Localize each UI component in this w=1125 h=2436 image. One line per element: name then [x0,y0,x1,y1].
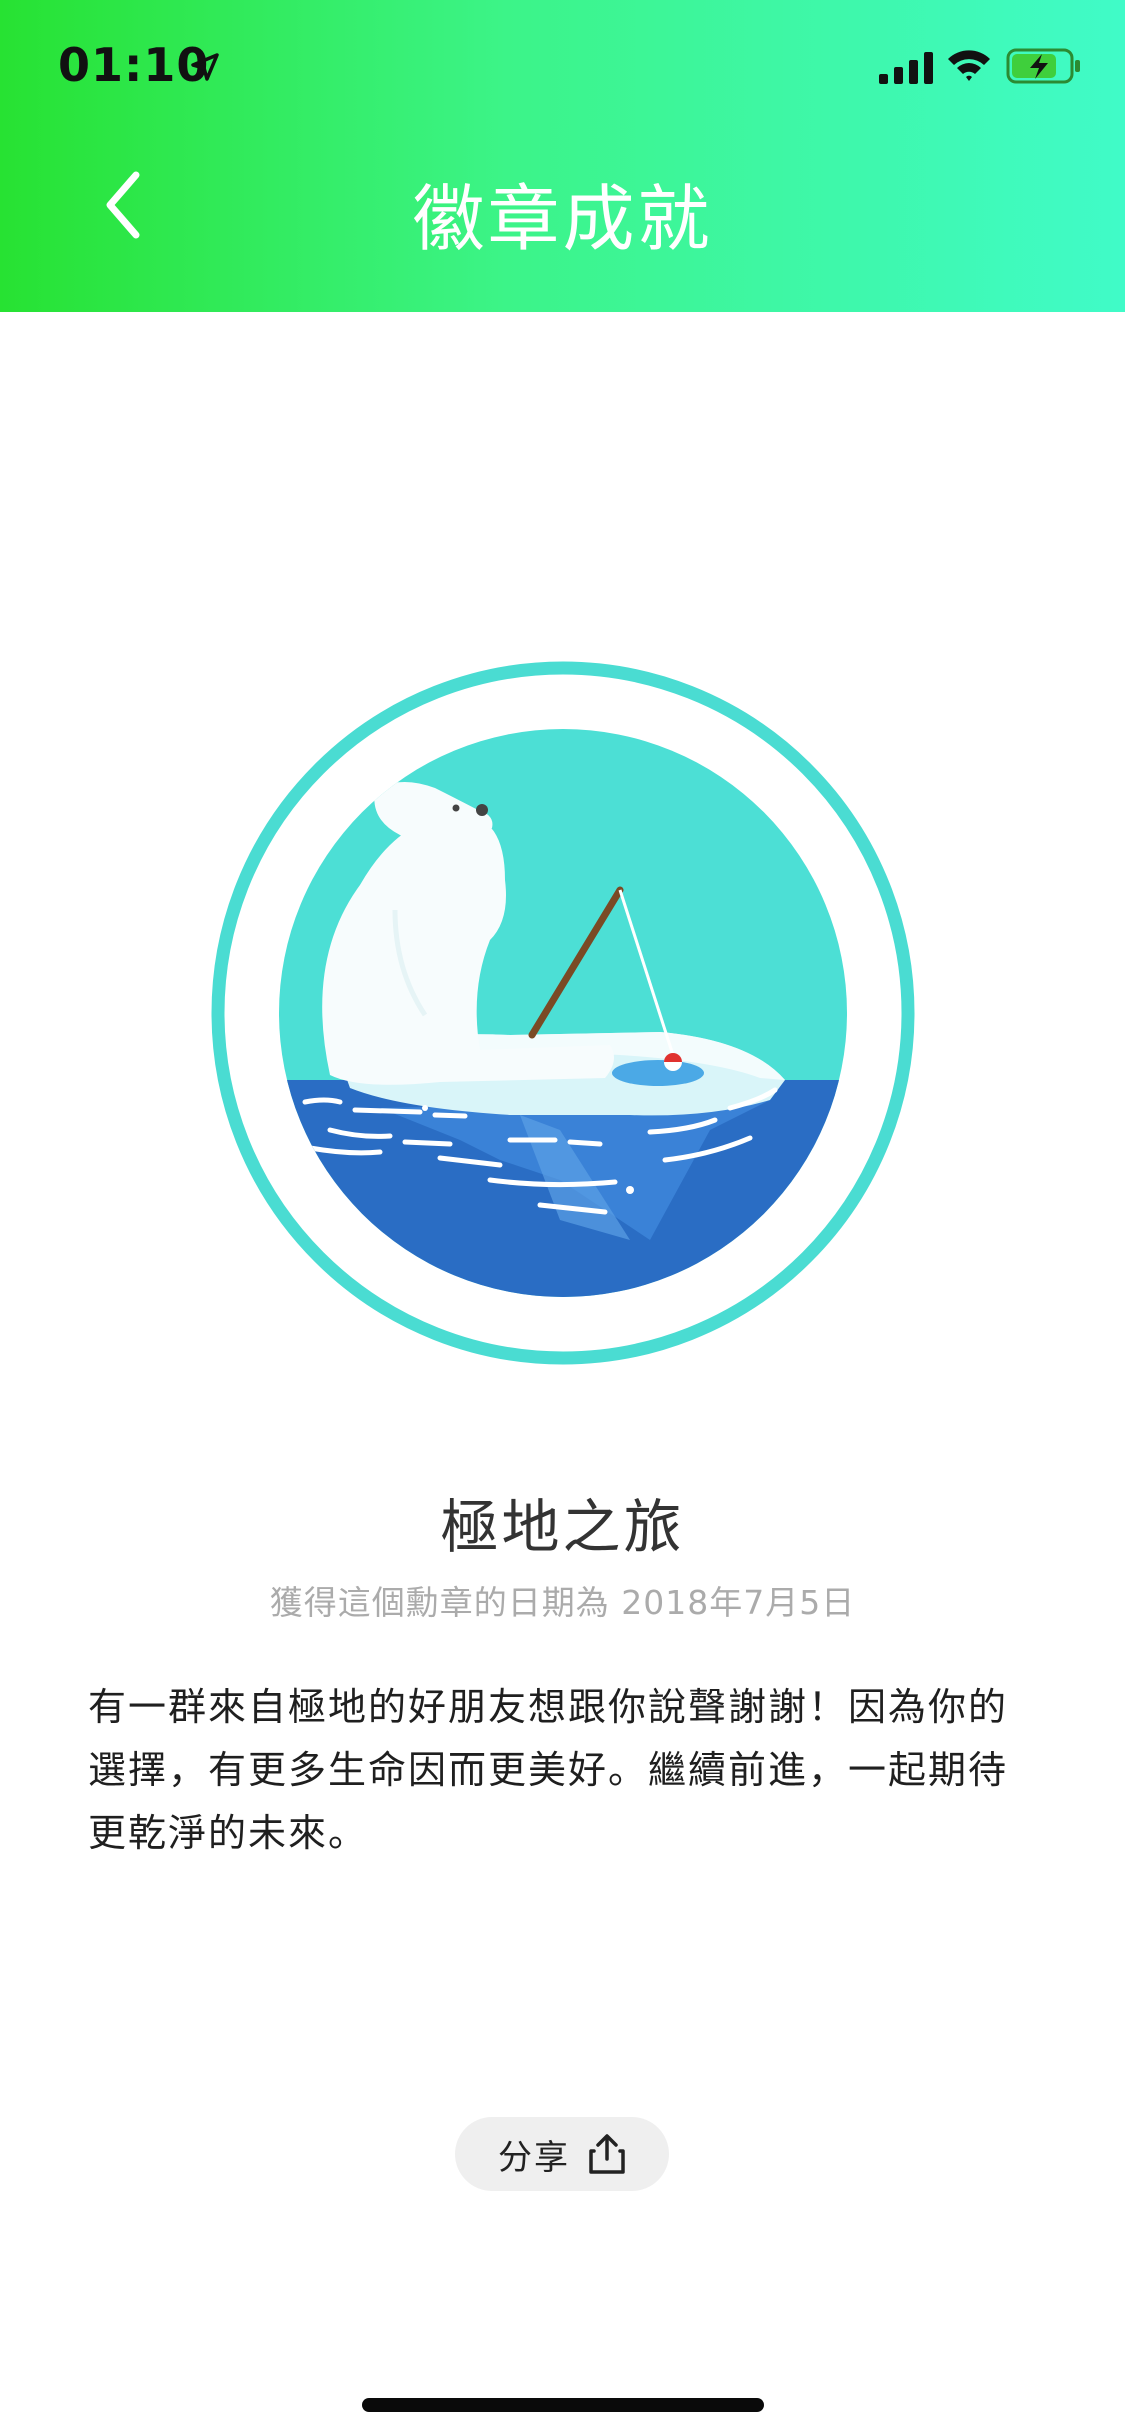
location-arrow-icon [191,53,219,81]
share-label: 分享 [498,2137,570,2178]
status-bar: 01:10 [0,0,1125,140]
share-upload-icon [589,2134,625,2174]
home-indicator[interactable] [362,2398,764,2412]
battery-charging-icon [1006,48,1080,84]
earned-date: 獲得這個勳章的日期為 2018年7月5日 [269,1583,856,1622]
signal-bars-icon [879,52,933,84]
status-time: 01:10 [58,38,210,92]
share-button[interactable]: 分享 [455,2117,669,2191]
badge-description: 有一群來自極地的好朋友想跟你說聲謝謝！因為你的選擇，有更多生命因而更美好。繼續前… [88,1685,1009,1855]
polar-bear-fishing-badge [211,661,915,1365]
app-header: 01:10 徽章成就 [0,0,1125,312]
wifi-icon [948,50,990,81]
page-title: 徽章成就 [412,177,713,261]
badge-title: 極地之旅 [440,1493,685,1561]
fishing-hole [612,1060,704,1086]
